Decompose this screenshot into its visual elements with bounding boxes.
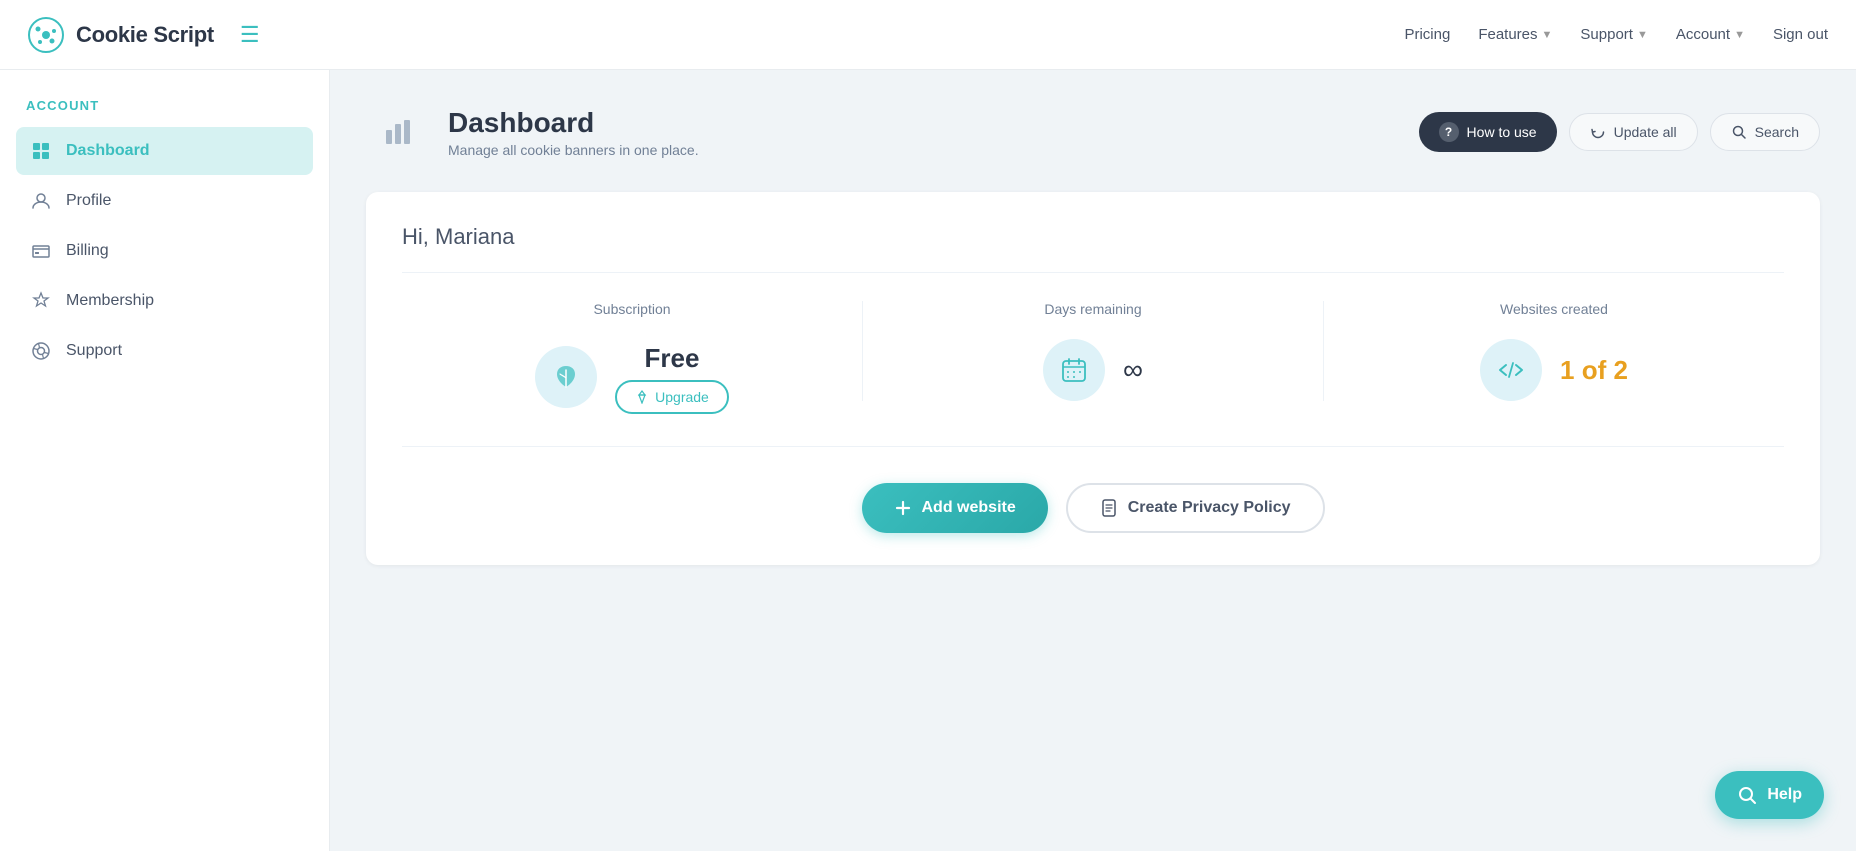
hamburger-menu-icon[interactable]: ☰ <box>240 22 260 48</box>
search-button[interactable]: Search <box>1710 113 1820 151</box>
nav-support[interactable]: Support ▼ <box>1580 26 1647 43</box>
dashboard-icon-wrap <box>366 100 430 164</box>
days-icon-circle <box>1043 339 1105 401</box>
features-chevron-icon: ▼ <box>1542 29 1553 41</box>
sidebar-billing-label: Billing <box>66 242 109 260</box>
logo-text: Cookie Script <box>76 22 214 48</box>
support-icon <box>30 340 52 362</box>
update-all-button[interactable]: Update all <box>1569 113 1698 151</box>
account-chevron-icon: ▼ <box>1734 29 1745 41</box>
search-icon <box>1731 124 1747 140</box>
dashboard-title: Dashboard <box>448 107 1419 139</box>
sidebar-profile-label: Profile <box>66 192 111 210</box>
cta-buttons-row: Add website Create Privacy Policy <box>402 483 1784 533</box>
nav-pricing[interactable]: Pricing <box>1404 26 1450 43</box>
help-label: Help <box>1767 786 1802 804</box>
sidebar-dashboard-label: Dashboard <box>66 142 150 160</box>
help-search-icon <box>1737 785 1757 805</box>
sidebar-item-support[interactable]: Support <box>16 327 313 375</box>
sidebar: ACCOUNT Dashboard Profile <box>0 70 330 851</box>
logo-area: Cookie Script ☰ <box>28 17 1404 53</box>
stats-row: Subscription Free <box>402 301 1784 447</box>
sidebar-support-label: Support <box>66 342 122 360</box>
main-card: Hi, Mariana Subscription <box>366 192 1820 565</box>
dashboard-title-area: Dashboard Manage all cookie banners in o… <box>448 107 1419 158</box>
nav-account[interactable]: Account ▼ <box>1676 26 1745 43</box>
dashboard-header: Dashboard Manage all cookie banners in o… <box>366 100 1820 164</box>
upgrade-button[interactable]: Upgrade <box>615 380 729 414</box>
websites-label: Websites created <box>1500 301 1608 317</box>
sidebar-item-membership[interactable]: Membership <box>16 277 313 325</box>
sidebar-item-dashboard[interactable]: Dashboard <box>16 127 313 175</box>
diamond-icon <box>635 390 649 404</box>
nav-features[interactable]: Features ▼ <box>1478 26 1552 43</box>
code-icon <box>1496 355 1526 385</box>
nav-links: Pricing Features ▼ Support ▼ Account ▼ S… <box>1404 26 1828 43</box>
plus-icon <box>894 499 912 517</box>
sidebar-item-billing[interactable]: Billing <box>16 227 313 275</box>
app-body: ACCOUNT Dashboard Profile <box>0 70 1856 851</box>
dashboard-icon <box>30 140 52 162</box>
subscription-value: Free <box>615 343 729 374</box>
days-remaining-stat: Days remaining <box>862 301 1323 401</box>
create-privacy-policy-button[interactable]: Create Privacy Policy <box>1066 483 1325 533</box>
profile-icon <box>30 190 52 212</box>
websites-stat: Websites created 1 of 2 <box>1323 301 1784 401</box>
subscription-stat: Subscription Free <box>402 301 862 414</box>
leaf-icon <box>551 362 581 392</box>
sidebar-section-title: ACCOUNT <box>16 98 313 113</box>
dashboard-actions: ? How to use Update all Search <box>1419 112 1820 152</box>
top-navigation: Cookie Script ☰ Pricing Features ▼ Suppo… <box>0 0 1856 70</box>
greeting-text: Hi, Mariana <box>402 224 1784 273</box>
subscription-label: Subscription <box>593 301 670 317</box>
support-chevron-icon: ▼ <box>1637 29 1648 41</box>
main-content: Dashboard Manage all cookie banners in o… <box>330 70 1856 851</box>
subscription-icon-circle <box>535 346 597 408</box>
days-remaining-value: ∞ <box>1123 354 1143 386</box>
cookie-script-logo-icon <box>28 17 64 53</box>
dashboard-bar-icon <box>382 116 414 148</box>
websites-icon-circle <box>1480 339 1542 401</box>
sidebar-item-profile[interactable]: Profile <box>16 177 313 225</box>
dashboard-subtitle: Manage all cookie banners in one place. <box>448 142 1419 158</box>
help-fab-button[interactable]: Help <box>1715 771 1824 819</box>
nav-sign-out[interactable]: Sign out <box>1773 26 1828 43</box>
question-icon: ? <box>1439 122 1459 142</box>
document-icon <box>1100 499 1118 517</box>
how-to-use-button[interactable]: ? How to use <box>1419 112 1557 152</box>
billing-icon <box>30 240 52 262</box>
calendar-icon <box>1059 355 1089 385</box>
sidebar-membership-label: Membership <box>66 292 154 310</box>
refresh-icon <box>1590 124 1606 140</box>
days-remaining-label: Days remaining <box>1044 301 1141 317</box>
add-website-button[interactable]: Add website <box>862 483 1048 533</box>
websites-value: 1 of 2 <box>1560 355 1628 386</box>
membership-icon <box>30 290 52 312</box>
